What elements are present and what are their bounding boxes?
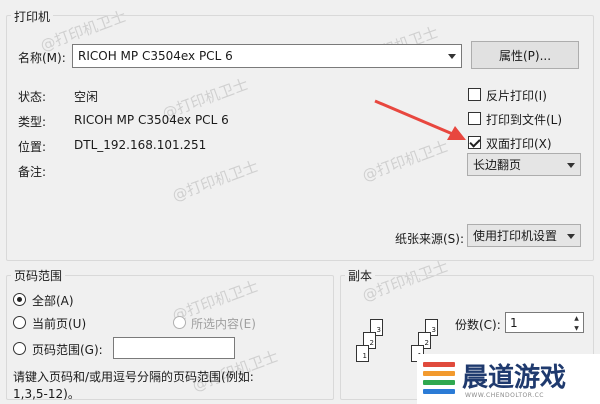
- page-range-radio[interactable]: [13, 342, 26, 355]
- paper-source-select[interactable]: 使用打印机设置: [467, 224, 581, 247]
- printer-group-title: 打印机: [11, 8, 54, 25]
- current-page-radio[interactable]: [13, 316, 26, 329]
- comment-label: 备注:: [18, 165, 47, 179]
- page-range-hint-example: 1,3,5-12)。: [13, 387, 80, 401]
- chevron-down-icon: [567, 162, 575, 168]
- type-label: 类型:: [18, 115, 47, 129]
- properties-button[interactable]: 属性(P)...: [471, 41, 579, 69]
- status-label: 状态:: [18, 90, 47, 104]
- paper-source-label: 纸张来源(S):: [395, 232, 465, 246]
- selection-radio[interactable]: [173, 316, 186, 329]
- location-value: DTL_192.168.101.251: [74, 138, 207, 152]
- chevron-down-icon: [567, 233, 575, 239]
- all-pages-radio[interactable]: [13, 293, 26, 306]
- copies-value: 1: [510, 315, 518, 330]
- flip-mode-value: 长边翻页: [473, 158, 522, 172]
- selection-label[interactable]: 所选内容(E): [191, 315, 256, 332]
- copies-group-title: 副本: [345, 267, 376, 284]
- location-label: 位置:: [18, 140, 47, 154]
- page-range-label[interactable]: 页码范围(G):: [32, 341, 103, 358]
- annotation-arrow-icon: [374, 99, 466, 140]
- page-range-group-title: 页码范围: [11, 267, 66, 284]
- page-range-input[interactable]: [113, 337, 235, 359]
- printer-name-value: RICOH MP C3504ex PCL 6: [78, 49, 233, 63]
- brand-logo-icon: [423, 362, 455, 394]
- copies-input[interactable]: 1 ▲ ▼: [505, 312, 584, 333]
- brand-name: 晨道游戏: [462, 363, 567, 393]
- duplex-label[interactable]: 双面打印(X): [486, 135, 552, 152]
- current-page-label[interactable]: 当前页(U): [32, 315, 86, 332]
- page-range-hint: 请键入页码和/或用逗号分隔的页码范围(例如:: [13, 370, 254, 384]
- type-value: RICOH MP C3504ex PCL 6: [74, 113, 229, 127]
- chevron-down-icon: [448, 54, 456, 59]
- spin-up-icon[interactable]: ▲: [571, 313, 582, 323]
- copies-label: 份数(C):: [455, 318, 501, 332]
- printer-name-label: 名称(M):: [18, 51, 66, 65]
- status-value: 空闲: [74, 90, 99, 104]
- paper-source-value: 使用打印机设置: [473, 229, 558, 243]
- reverse-print-label[interactable]: 反片打印(I): [486, 87, 547, 104]
- brand-domain: WWW.CHENDOLTOR.CC: [465, 392, 544, 399]
- spin-down-icon[interactable]: ▼: [571, 323, 582, 333]
- all-pages-label[interactable]: 全部(A): [32, 292, 74, 309]
- print-to-file-label[interactable]: 打印到文件(L): [486, 111, 562, 128]
- collate-page-1: 1: [356, 345, 369, 362]
- printer-name-select[interactable]: RICOH MP C3504ex PCL 6: [72, 44, 462, 68]
- flip-mode-select[interactable]: 长边翻页: [467, 153, 581, 176]
